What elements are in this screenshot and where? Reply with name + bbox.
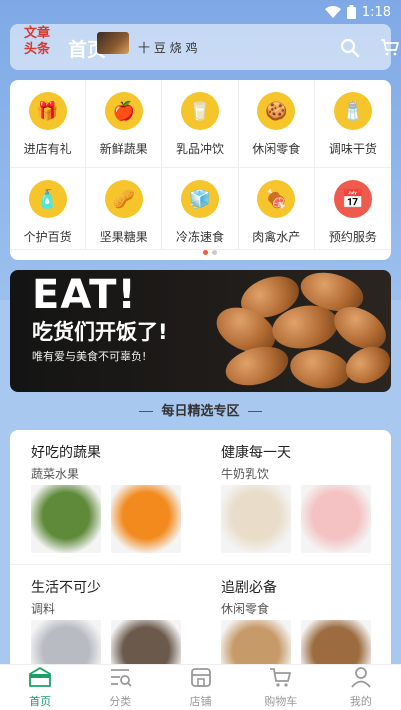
status-time: 1:18 — [361, 4, 391, 20]
banner-main-text: 吃货们开饭了! — [32, 320, 168, 344]
featured-item[interactable]: 追剧必备 休闲零食 — [200, 565, 390, 670]
category-item[interactable]: 🍪 休闲零食 — [238, 80, 315, 168]
nav-item-cart[interactable]: 购物车 — [241, 665, 321, 710]
featured-subtitle: 牛奶乳饮 — [221, 467, 270, 481]
nav-label: 首页 — [29, 695, 52, 708]
category-icon — [108, 666, 132, 692]
nav-item-category[interactable]: 分类 — [80, 665, 160, 710]
search-icon[interactable] — [340, 38, 360, 58]
nav-label: 店铺 — [189, 695, 212, 708]
section-title-text: 每日精选专区 — [161, 404, 240, 419]
featured-item[interactable]: 生活不可少 调料 — [10, 565, 200, 670]
seasoning-icon: 🧂 — [333, 92, 372, 130]
section-title: 每日精选专区 — [0, 400, 401, 419]
category-item[interactable]: 🍖 肉禽水产 — [238, 168, 315, 250]
featured-title: 追剧必备 — [221, 580, 277, 596]
category-label: 个护百货 — [23, 230, 72, 244]
milk-icon: 🥛 — [180, 92, 219, 130]
category-label: 新鲜蔬果 — [99, 142, 148, 156]
category-item[interactable]: 🧊 冷冻速食 — [162, 168, 239, 250]
banner-sub-text: 唯有爱与美食不可辜负! — [32, 350, 147, 363]
category-item[interactable]: 📅 预约服务 — [314, 168, 391, 250]
featured-card: 好吃的蔬果 蔬菜水果 健康每一天 牛奶乳饮 生活不可少 调料 追剧必备 休闲零食 — [10, 430, 391, 670]
category-item[interactable]: 🧴 个护百货 — [10, 168, 87, 250]
featured-subtitle: 调料 — [31, 602, 56, 616]
featured-subtitle: 蔬菜水果 — [31, 467, 80, 481]
featured-product-image[interactable] — [111, 485, 181, 553]
category-label: 进店有礼 — [23, 142, 72, 156]
category-label: 肉禽水产 — [252, 230, 301, 244]
title-line-right — [247, 411, 262, 412]
category-label: 坚果糖果 — [99, 230, 148, 244]
category-label: 休闲零食 — [252, 142, 301, 156]
fruits-icon: 🍎 — [104, 92, 143, 130]
featured-title: 生活不可少 — [31, 580, 101, 596]
pager-dots — [203, 250, 217, 255]
category-label: 乳品冲饮 — [175, 142, 224, 156]
category-label: 预约服务 — [328, 230, 377, 244]
battery-icon — [346, 5, 356, 19]
header-subtitle[interactable]: 十 豆 烧 鸡 — [138, 39, 197, 56]
pager-dot-active[interactable] — [203, 250, 208, 255]
featured-product-image[interactable] — [31, 485, 101, 553]
banner-headline: EAT! — [32, 272, 137, 318]
status-bar: 1:18 — [0, 0, 401, 24]
category-item[interactable]: 🍎 新鲜蔬果 — [86, 80, 163, 168]
home-icon — [28, 666, 52, 692]
featured-product-image[interactable] — [111, 620, 181, 670]
bottom-nav: 首页 分类 店铺 购物车 我的 — [0, 664, 401, 710]
category-grid: 🎁 进店有礼 🍎 新鲜蔬果 🥛 乳品冲饮 🍪 休闲零食 🧂 调味干货 🧴 个护百货 🥜 坚果糖果 🧊 冷冻速食… — [10, 80, 391, 250]
article-logo[interactable]: 文章 头条 — [24, 26, 60, 66]
featured-subtitle: 休闲零食 — [221, 602, 270, 616]
personal-care-icon: 🧴 — [28, 180, 67, 218]
featured-item[interactable]: 健康每一天 牛奶乳饮 — [200, 430, 390, 560]
nuts-icon: 🥜 — [104, 180, 143, 218]
featured-product-image[interactable] — [221, 485, 291, 553]
nav-item-profile[interactable]: 我的 — [321, 665, 401, 710]
nav-label: 我的 — [349, 695, 372, 708]
category-item[interactable]: 🥜 坚果糖果 — [86, 168, 163, 250]
featured-product-image[interactable] — [301, 485, 371, 553]
gift-icon: 🎁 — [28, 92, 67, 130]
featured-item[interactable]: 好吃的蔬果 蔬菜水果 — [10, 430, 200, 560]
category-item[interactable]: 🧂 调味干货 — [314, 80, 391, 168]
meat-icon: 🍖 — [257, 180, 296, 218]
featured-product-image[interactable] — [31, 620, 101, 670]
title-line-left — [139, 411, 154, 412]
category-label: 调味干货 — [328, 142, 377, 156]
app-header: 文章 头条 首页 十 豆 烧 鸡 — [10, 24, 399, 70]
wifi-icon — [324, 5, 341, 18]
frozen-food-icon: 🧊 — [180, 180, 219, 218]
category-item[interactable]: 🎁 进店有礼 — [10, 80, 87, 168]
header-thumbnail[interactable] — [97, 32, 129, 54]
nut-image — [287, 345, 353, 392]
nav-label: 分类 — [109, 695, 132, 708]
featured-product-image[interactable] — [301, 620, 371, 670]
category-label: 冷冻速食 — [175, 230, 224, 244]
cart-icon — [269, 666, 293, 692]
pager-dot[interactable] — [212, 250, 217, 255]
featured-title: 好吃的蔬果 — [31, 445, 101, 461]
calendar-icon: 📅 — [333, 180, 372, 218]
snacks-icon: 🍪 — [257, 92, 296, 130]
cart-icon[interactable] — [380, 37, 400, 57]
category-card: 🎁 进店有礼 🍎 新鲜蔬果 🥛 乳品冲饮 🍪 休闲零食 🧂 调味干货 🧴 个护百货 🥜 坚果糖果 🧊 冷冻速食… — [10, 80, 391, 260]
nav-label: 购物车 — [264, 695, 298, 708]
nut-image — [221, 340, 293, 392]
promo-banner[interactable]: EAT! 吃货们开饭了! 唯有爱与美食不可辜负! — [10, 270, 391, 392]
profile-icon — [349, 666, 373, 692]
store-icon — [189, 666, 213, 692]
nav-item-store[interactable]: 店铺 — [160, 665, 240, 710]
category-item[interactable]: 🥛 乳品冲饮 — [162, 80, 239, 168]
featured-product-image[interactable] — [221, 620, 291, 670]
nut-image — [339, 339, 391, 391]
nav-item-home[interactable]: 首页 — [0, 665, 80, 710]
featured-title: 健康每一天 — [221, 445, 291, 461]
